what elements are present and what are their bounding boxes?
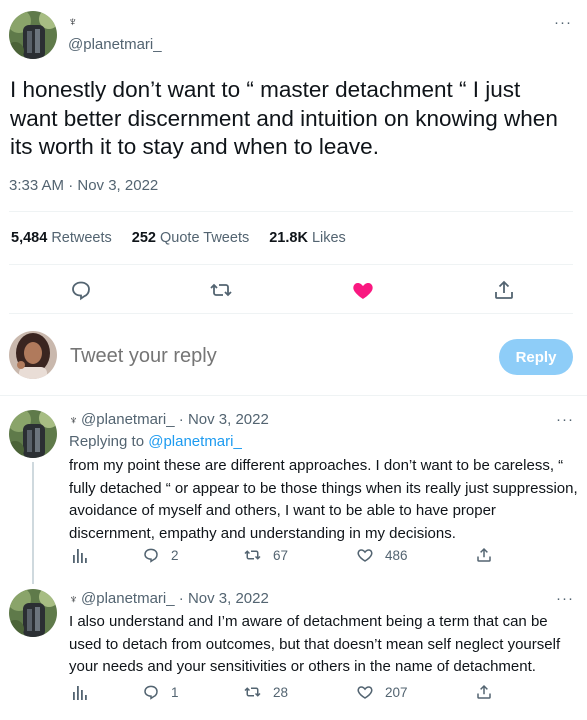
divider [0, 395, 587, 396]
retweet-count-button[interactable]: 28 [243, 683, 288, 701]
retweet-icon [244, 550, 261, 560]
likes-label: Likes [311, 230, 346, 246]
retweet-icon[interactable] [209, 278, 233, 307]
reply-date[interactable]: · Nov 3, 2022 [179, 411, 269, 428]
retweet-icon [244, 687, 261, 697]
reply-icon [144, 685, 158, 700]
author-badge: ♆ [69, 413, 78, 427]
author-badge: ♆ [68, 14, 78, 29]
reply-text: from my point these are different approa… [69, 457, 578, 542]
analytics-icon [73, 686, 87, 700]
likes-count: 21.8K [269, 230, 308, 246]
likes-stat[interactable]: 21.8K Likes [269, 230, 346, 246]
quotes-label: Quote Tweets [160, 230, 250, 246]
reply-date[interactable]: · Nov 3, 2022 [179, 590, 269, 607]
author-handle[interactable]: @planetmari_ [68, 36, 162, 53]
more-options-button[interactable]: ··· [554, 14, 572, 31]
current-user-avatar[interactable] [9, 331, 57, 379]
reply-action-bar: 1 28 207 [0, 683, 587, 703]
reply-count-button[interactable]: 1 [142, 683, 179, 701]
reply-header: ♆ @planetmari_ · Nov 3, 2022 [69, 411, 269, 428]
divider [9, 264, 573, 265]
analytics-button[interactable] [72, 546, 88, 564]
replying-to-link[interactable]: @planetmari_ [148, 433, 242, 450]
analytics-icon [73, 549, 87, 563]
more-options-button[interactable]: ··· [556, 590, 574, 607]
reply-action-bar: 2 67 486 [0, 546, 587, 566]
reply-text: I also understand and I’m aware of detac… [69, 613, 561, 676]
tweet-action-bar [0, 278, 587, 302]
heart-icon [357, 549, 373, 562]
reply-icon[interactable] [69, 278, 93, 307]
retweets-count: 5,484 [11, 230, 48, 246]
retweet-count: 67 [273, 547, 289, 563]
replying-to: Replying to @planetmari_ [69, 433, 242, 450]
reply-count: 1 [171, 684, 179, 700]
quote-tweets-stat[interactable]: 252 Quote Tweets [132, 230, 249, 246]
replying-to-prefix: Replying to [69, 433, 149, 450]
tweet-stats: 5,484 Retweets 252 Quote Tweets 21.8K Li… [11, 230, 366, 246]
reply-count-button[interactable]: 2 [142, 546, 179, 564]
share-button[interactable] [475, 683, 493, 701]
share-button[interactable] [475, 546, 493, 564]
retweets-stat[interactable]: 5,484 Retweets [11, 230, 112, 246]
reply-button[interactable]: Reply [499, 339, 573, 375]
like-count-button[interactable]: 207 [356, 683, 408, 701]
reply-input[interactable] [70, 345, 450, 368]
share-icon [477, 684, 491, 699]
retweet-count: 28 [273, 684, 289, 700]
divider [9, 211, 573, 212]
analytics-button[interactable] [72, 683, 88, 701]
retweet-count-button[interactable]: 67 [243, 546, 288, 564]
share-icon [477, 547, 491, 562]
tweet-timestamp[interactable]: 3:33 AM · Nov 3, 2022 [9, 177, 158, 194]
reply-handle[interactable]: @planetmari_ [81, 411, 175, 428]
heart-filled-icon[interactable] [351, 278, 375, 307]
quotes-count: 252 [131, 230, 156, 246]
reply-author-avatar[interactable] [9, 410, 57, 458]
heart-icon [357, 686, 373, 699]
reply-handle[interactable]: @planetmari_ [81, 590, 175, 607]
reply-header: ♆ @planetmari_ · Nov 3, 2022 [69, 590, 269, 607]
author-avatar[interactable] [9, 11, 57, 59]
reply-author-avatar[interactable] [9, 589, 57, 637]
like-count-button[interactable]: 486 [356, 546, 408, 564]
reply-count: 2 [171, 547, 179, 563]
author-badge: ♆ [69, 592, 78, 606]
divider [9, 313, 573, 314]
retweets-label: Retweets [51, 230, 112, 246]
more-options-button[interactable]: ··· [556, 411, 574, 428]
like-count: 207 [385, 684, 408, 700]
share-icon[interactable] [492, 278, 516, 307]
tweet-text: I honestly don’t want to “ master detach… [10, 77, 558, 159]
like-count: 486 [385, 547, 408, 563]
reply-icon [144, 548, 158, 563]
